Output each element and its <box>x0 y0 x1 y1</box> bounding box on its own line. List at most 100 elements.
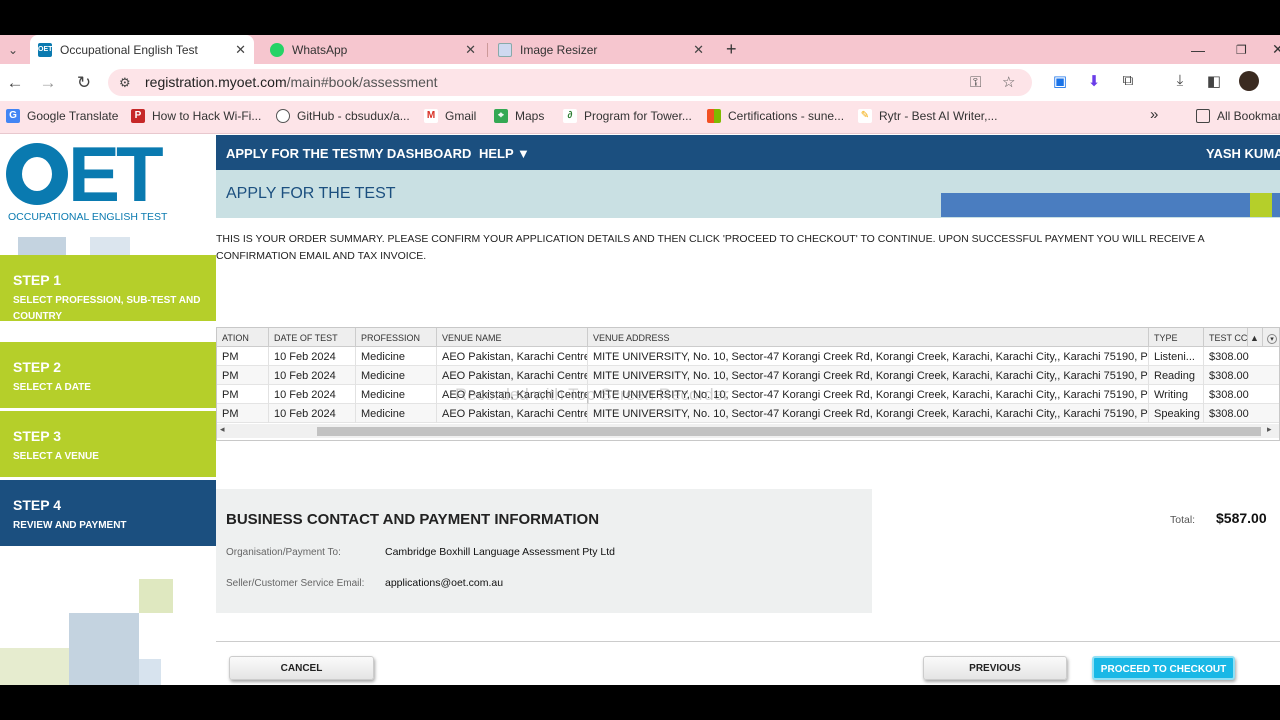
close-tab-icon[interactable]: ✕ <box>693 42 704 58</box>
all-bookmarks-button[interactable]: All Bookmar <box>1196 109 1280 123</box>
previous-button[interactable]: PREVIOUS <box>923 656 1067 680</box>
restore-button[interactable]: ❐ <box>1228 35 1255 64</box>
table-row[interactable]: PM 10 Feb 2024 Medicine AEO Pakistan, Karac… <box>217 347 1279 366</box>
table-row[interactable]: PM 10 Feb 2024 Medicine AEO Pakistan, Karac… <box>217 385 1279 404</box>
back-arrow-icon: ← <box>6 73 24 92</box>
bookmarks-overflow-button[interactable]: » <box>1150 106 1158 123</box>
logo-subtitle: OCCUPATIONAL ENGLISH TEST <box>8 211 168 223</box>
close-window-button[interactable]: ✕ <box>1264 35 1280 64</box>
back-button[interactable]: ← <box>5 73 25 93</box>
email-label: Seller/Customer Service Email: <box>226 578 365 589</box>
bookmark-star-icon[interactable]: ☆ <box>1002 69 1015 96</box>
table-cell: $308.00 <box>1204 404 1279 423</box>
close-tab-icon[interactable]: ✕ <box>235 42 246 58</box>
url-input[interactable]: ⚙ registration.myoet.com/main#book/asses… <box>108 69 1032 96</box>
business-contact-panel: BUSINESS CONTACT AND PAYMENT INFORMATION… <box>216 489 872 613</box>
table-cell: 10 Feb 2024 <box>269 366 356 385</box>
tab-image-resizer[interactable]: Image Resizer ✕ <box>490 35 712 64</box>
step-description: SELECT PROFESSION, SUB-TEST AND COUNTRY <box>13 295 201 322</box>
user-name-menu[interactable]: YASH KUMAR <box>1206 146 1280 161</box>
tab-whatsapp[interactable]: WhatsApp ✕ <box>262 35 484 64</box>
bookmark-tower[interactable]: ∂ Program for Tower... <box>563 109 692 123</box>
table-cell: Medicine <box>356 347 437 366</box>
screen-recorder-extension-icon[interactable]: ▣ <box>1050 72 1070 90</box>
nav-dashboard-link[interactable]: MY DASHBOARD <box>364 146 471 161</box>
logo-o-shape <box>6 143 68 205</box>
column-menu-button[interactable]: ▾ <box>1263 328 1279 347</box>
column-header-type[interactable]: TYPE <box>1149 328 1204 347</box>
bookmark-google-translate[interactable]: G Google Translate <box>6 109 118 123</box>
decorative-block <box>139 579 173 613</box>
table-cell: Writing <box>1149 385 1204 404</box>
nav-apply-link[interactable]: APPLY FOR THE TEST <box>226 146 365 161</box>
column-header-location[interactable]: ATION <box>217 328 269 347</box>
horizontal-scrollbar[interactable]: ◂ ▸ <box>217 424 1279 438</box>
side-panel-icon[interactable]: ◧ <box>1204 72 1224 90</box>
bookmark-hack-wifi[interactable]: P How to Hack Wi-Fi... <box>131 109 261 123</box>
tab-bar: ⌄ OET Occupational English Test ✕ WhatsA… <box>0 35 1280 64</box>
table-row[interactable]: PM 10 Feb 2024 Medicine AEO Pakistan, Karac… <box>217 404 1279 423</box>
bookmark-gmail[interactable]: M Gmail <box>424 109 476 123</box>
download-arrow-extension-icon[interactable]: ⬇ <box>1084 72 1104 90</box>
minimize-button[interactable]: — <box>1183 35 1213 64</box>
profile-avatar[interactable] <box>1239 71 1259 95</box>
extensions-puzzle-icon[interactable]: ⧉ <box>1118 72 1138 89</box>
minimize-icon: — <box>1191 41 1205 58</box>
bookmark-certifications[interactable]: Certifications - sune... <box>707 109 844 123</box>
table-cell: $308.00 <box>1204 366 1279 385</box>
org-value: Cambridge Boxhill Language Assessment Pt… <box>385 546 615 558</box>
bookmark-github[interactable]: GitHub - cbsudux/a... <box>276 109 410 123</box>
site-info-icon[interactable]: ⚙ <box>119 69 131 96</box>
password-key-icon[interactable]: ⚿ <box>970 69 981 96</box>
table-cell: Reading <box>1149 366 1204 385</box>
chevron-down-icon: ▾ <box>1267 334 1277 344</box>
bookmarks-bar: G Google Translate P How to Hack Wi-Fi... … <box>0 101 1280 134</box>
gmail-icon: M <box>424 109 438 123</box>
column-header-test-cost[interactable]: TEST CC <box>1204 328 1248 347</box>
step-2[interactable]: STEP 2 SELECT A DATE <box>0 342 216 408</box>
total-label: Total: <box>1170 514 1196 526</box>
step-3[interactable]: STEP 3 SELECT A VENUE <box>0 411 216 477</box>
scroll-right-icon[interactable]: ▸ <box>1267 424 1272 435</box>
logo-letters: ET <box>68 130 164 218</box>
proceed-to-checkout-button[interactable]: PROCEED TO CHECKOUT <box>1092 656 1235 680</box>
tab-oet[interactable]: OET Occupational English Test ✕ <box>30 35 254 64</box>
decorative-block <box>0 648 69 685</box>
table-cell: MITE UNIVERSITY, No. 10, Sector-47 Koran… <box>588 366 1149 385</box>
sort-asc-icon[interactable]: ▲ <box>1248 328 1263 347</box>
bookmark-label: How to Hack Wi-Fi... <box>152 109 262 123</box>
oet-favicon-icon: OET <box>38 42 52 57</box>
downloads-icon[interactable]: ⤓ <box>1170 72 1190 89</box>
microsoft-icon <box>707 109 721 123</box>
nav-help-menu[interactable]: HELP ▼ <box>479 146 530 161</box>
table-cell: PM <box>217 366 269 385</box>
plus-icon: + <box>726 39 737 59</box>
url-path: /main#book/assessment <box>286 74 438 90</box>
pc-icon: P <box>131 109 145 123</box>
scrollbar-thumb[interactable] <box>317 427 1261 436</box>
bookmark-label: Rytr - Best AI Writer,... <box>879 109 998 123</box>
restore-icon: ❐ <box>1236 42 1247 57</box>
table-cell: Listeni... <box>1149 347 1204 366</box>
new-tab-button[interactable]: + <box>718 35 744 64</box>
table-cell: MITE UNIVERSITY, No. 10, Sector-47 Koran… <box>588 347 1149 366</box>
reload-button[interactable]: ↻ <box>74 73 94 93</box>
column-header-date[interactable]: DATE OF TEST <box>269 328 356 347</box>
scroll-left-icon[interactable]: ◂ <box>220 424 225 435</box>
close-tab-icon[interactable]: ✕ <box>465 42 476 58</box>
table-row[interactable]: PM 10 Feb 2024 Medicine AEO Pakistan, Karac… <box>217 366 1279 385</box>
column-header-profession[interactable]: PROFESSION <box>356 328 437 347</box>
tab-search-button[interactable]: ⌄ <box>0 35 28 64</box>
forward-button[interactable]: → <box>38 73 58 93</box>
decorative-block <box>139 659 161 685</box>
step-4[interactable]: STEP 4 REVIEW AND PAYMENT <box>0 480 216 546</box>
column-header-venue-address[interactable]: VENUE ADDRESS <box>588 328 1149 347</box>
cancel-button[interactable]: CANCEL <box>229 656 374 680</box>
decorative-block <box>18 237 66 257</box>
step-1[interactable]: STEP 1 SELECT PROFESSION, SUB-TEST AND CO… <box>0 255 216 322</box>
bookmark-maps[interactable]: ⌖ Maps <box>494 109 544 123</box>
column-header-venue-name[interactable]: VENUE NAME <box>437 328 588 347</box>
bookmark-rytr[interactable]: ✎ Rytr - Best AI Writer,... <box>858 109 997 123</box>
page-content: ET OCCUPATIONAL ENGLISH TEST STEP 1 SELEC… <box>0 135 1280 685</box>
table-cell: PM <box>217 404 269 423</box>
